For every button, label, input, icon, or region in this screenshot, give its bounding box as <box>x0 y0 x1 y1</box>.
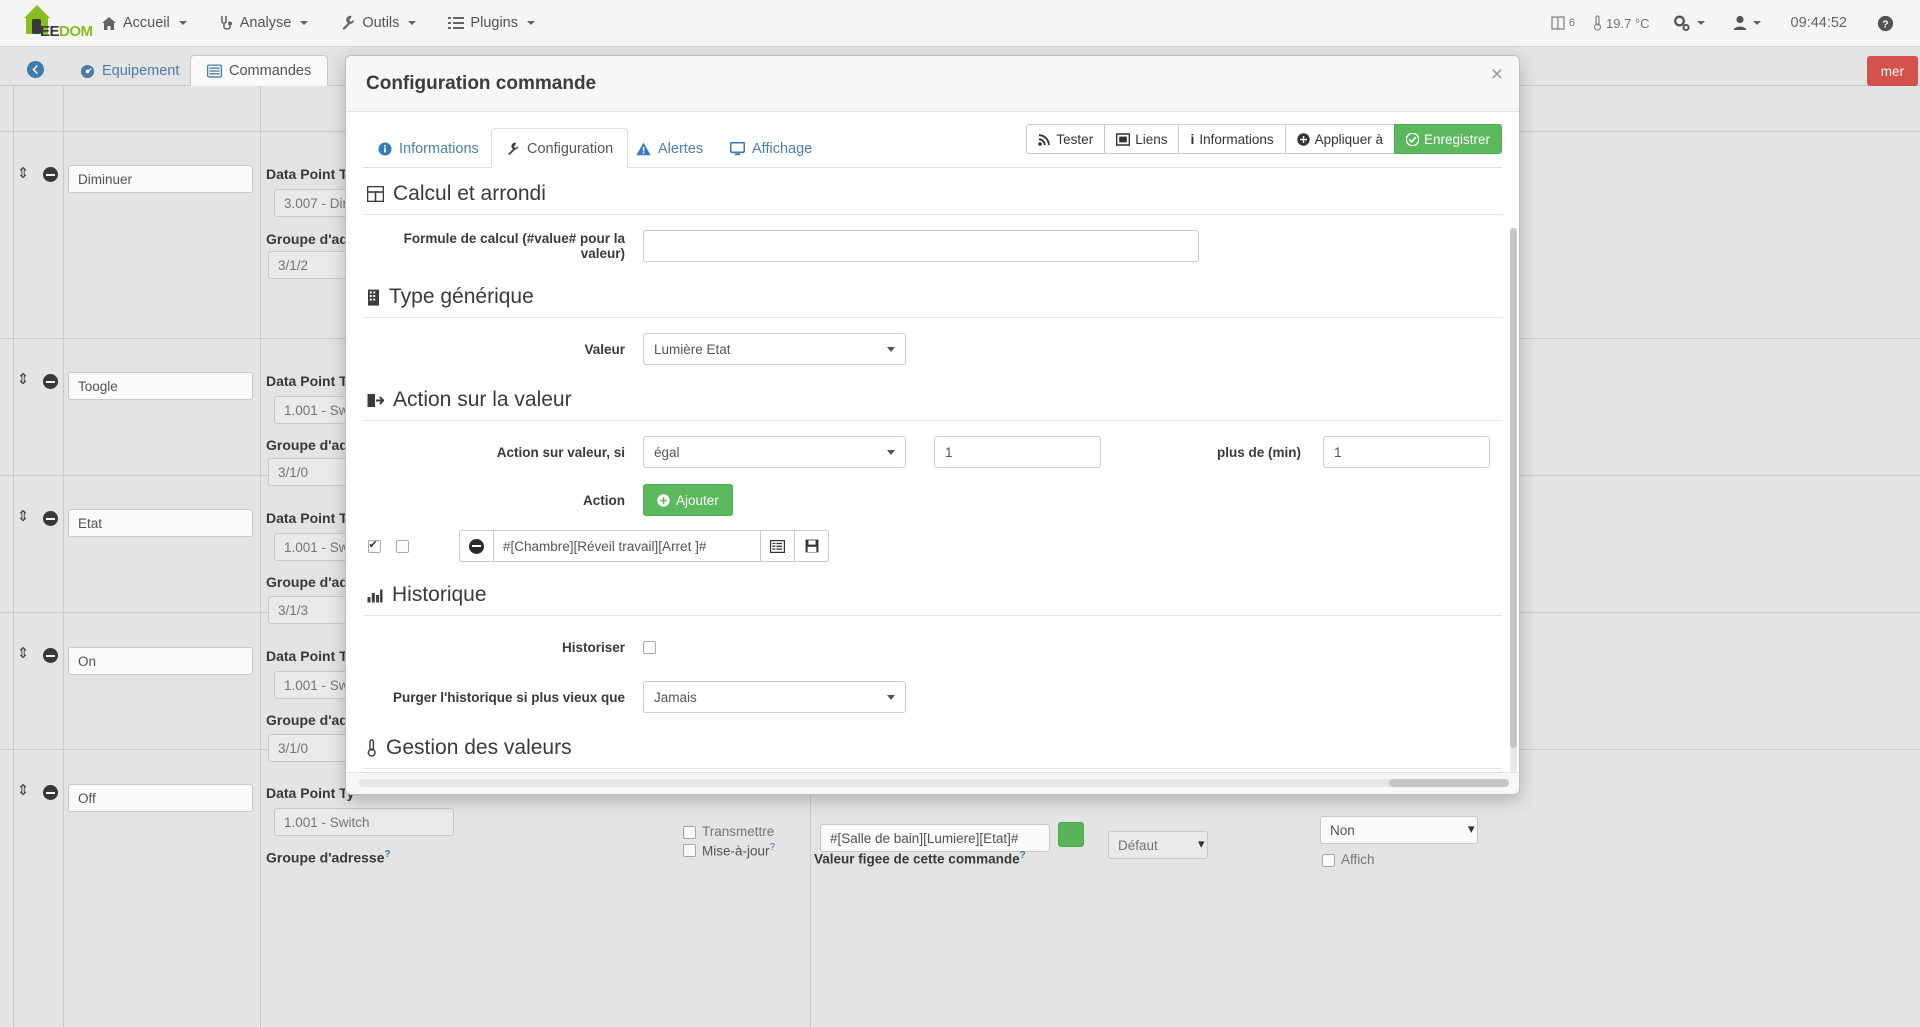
plus-circle-icon <box>1296 132 1310 146</box>
configuration-form: Calcul et arrondi Formule de calcul (#va… <box>346 168 1519 772</box>
section-action-title: Action sur la valeur <box>363 374 1502 421</box>
liens-button[interactable]: Liens <box>1104 124 1179 154</box>
warning-triangle-icon <box>636 142 651 156</box>
modal-tabs: Informations Configuration Alertes Affic… <box>363 124 1502 168</box>
sitemap-icon <box>1116 132 1131 146</box>
bar-chart-icon <box>367 588 383 603</box>
button-label: Ajouter <box>676 492 719 508</box>
button-label: Tester <box>1056 131 1094 147</box>
button-label: Appliquer à <box>1314 131 1383 147</box>
formule-row: Formule de calcul (#value# pour la valeu… <box>363 221 1502 271</box>
valeur-select-value: Lumière Etat <box>654 341 731 357</box>
list-alt-icon[interactable] <box>761 530 795 562</box>
formule-input[interactable] <box>643 230 1199 262</box>
desktop-icon <box>730 142 745 156</box>
action-expression-group: #[Chambre][Réveil travail][Arret ]# <box>459 530 829 562</box>
thermometer-icon <box>367 739 377 757</box>
type-generique-row: Valeur Lumière Etat <box>363 324 1502 374</box>
button-label: Enregistrer <box>1423 131 1490 147</box>
section-gestion-valeurs-title: Gestion des valeurs <box>363 722 1502 769</box>
rss-icon <box>1038 133 1051 146</box>
modal-body: Informations Configuration Alertes Affic… <box>346 112 1519 772</box>
seuil-input[interactable]: 1 <box>934 436 1101 468</box>
formule-label: Formule de calcul (#value# pour la valeu… <box>403 231 625 261</box>
tab-configuration[interactable]: Configuration <box>491 128 629 168</box>
wrench-icon <box>506 142 520 156</box>
tab-label: Affichage <box>752 141 813 157</box>
tab-informations[interactable]: Informations <box>363 129 494 168</box>
condition-select-value: égal <box>654 444 680 460</box>
historiser-label: Historiser <box>561 639 625 655</box>
modal-title: Configuration commande <box>366 72 597 94</box>
plus-de-label: plus de (min) <box>1217 444 1301 460</box>
modal-vertical-scrollbar-thumb[interactable] <box>1510 228 1517 748</box>
modal-header: Configuration commande × <box>346 56 1519 112</box>
action-condition-row: Action sur valeur, si égal 1 plus de (mi… <box>363 427 1502 477</box>
section-historique-title: Historique <box>363 569 1502 616</box>
valeur-select[interactable]: Lumière Etat <box>643 333 906 365</box>
chevron-down-icon <box>887 694 895 700</box>
modal-horizontal-scrollbar-thumb[interactable] <box>1389 779 1509 787</box>
configuration-commande-modal: Configuration commande × Informations Co… <box>345 55 1520 795</box>
condition-label: Action sur valeur, si <box>496 444 625 460</box>
action-label: Action <box>583 492 625 508</box>
minus-circle-icon[interactable] <box>459 530 493 562</box>
floppy-icon[interactable] <box>795 530 829 562</box>
close-icon[interactable]: × <box>1491 64 1503 85</box>
check-circle-icon <box>1405 132 1419 146</box>
tab-label: Alertes <box>658 141 704 157</box>
purge-select-value: Jamais <box>654 689 697 705</box>
action-add-row: Action Ajouter <box>363 477 1502 523</box>
purge-select[interactable]: Jamais <box>643 681 906 713</box>
info-circle-icon <box>378 142 392 156</box>
tester-button[interactable]: Tester <box>1026 124 1105 154</box>
condition-select[interactable]: égal <box>643 436 906 468</box>
table-grid-icon <box>367 186 384 202</box>
modal-horizontal-scrollbar-track[interactable] <box>359 779 1509 787</box>
informations-button[interactable]: i Informations <box>1178 124 1285 154</box>
valeur-label: Valeur <box>584 341 625 357</box>
chevron-down-icon <box>887 346 895 352</box>
enregistrer-button[interactable]: Enregistrer <box>1393 124 1502 154</box>
modal-action-buttons: Tester Liens i Informations Appliquer à … <box>1026 124 1502 154</box>
tab-label: Informations <box>399 141 479 157</box>
ajouter-button[interactable]: Ajouter <box>643 484 733 516</box>
info-icon: i <box>1190 131 1195 147</box>
section-calcul-title: Calcul et arrondi <box>363 168 1502 215</box>
historiser-row: Historiser <box>363 622 1502 672</box>
purge-row: Purger l'historique si plus vieux que Ja… <box>363 672 1502 722</box>
chevron-down-icon <box>887 449 895 455</box>
tab-affichage[interactable]: Affichage <box>715 129 827 168</box>
tab-alertes[interactable]: Alertes <box>621 129 718 168</box>
tab-label: Configuration <box>527 140 614 157</box>
plus-de-input[interactable]: 1 <box>1323 436 1490 468</box>
action-enabled-checkbox[interactable] <box>367 538 381 553</box>
building-icon <box>367 289 380 306</box>
action-expression-row: #[Chambre][Réveil travail][Arret ]# <box>363 523 1502 569</box>
action-second-checkbox[interactable] <box>395 539 409 553</box>
section-type-generique-title: Type générique <box>363 271 1502 318</box>
purge-label: Purger l'historique si plus vieux que <box>392 689 625 705</box>
button-label: Informations <box>1199 131 1274 147</box>
button-label: Liens <box>1135 131 1168 147</box>
historiser-checkbox[interactable] <box>643 640 656 654</box>
sign-out-icon <box>367 393 384 408</box>
appliquer-a-button[interactable]: Appliquer à <box>1284 124 1394 154</box>
modal-footer <box>346 772 1519 794</box>
plus-circle-icon <box>657 493 670 507</box>
action-expression-input[interactable]: #[Chambre][Réveil travail][Arret ]# <box>493 530 761 562</box>
